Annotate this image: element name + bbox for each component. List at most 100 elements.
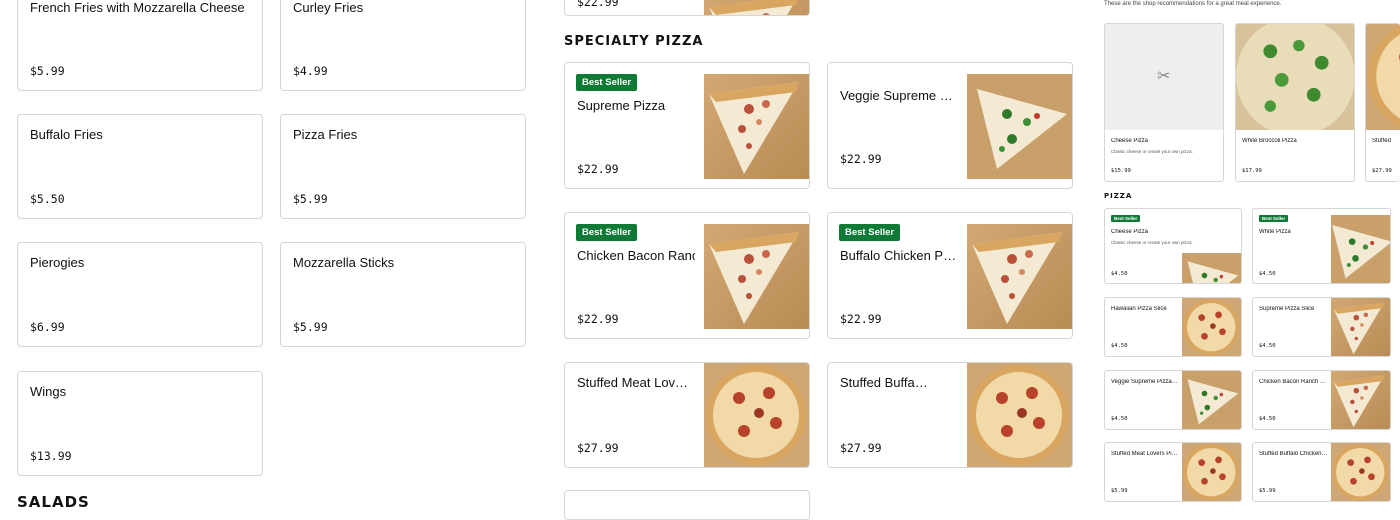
item-name: Curley Fries	[293, 0, 364, 15]
item-price: $22.99	[577, 0, 619, 9]
item-price: $5.99	[293, 192, 328, 206]
item-name: Cheese Pizza	[1111, 229, 1149, 235]
section-title-specialty-pizza: SPECIALTY PIZZA	[564, 34, 704, 49]
pizza-slice-image	[704, 0, 809, 16]
placeholder-image: ✂	[1105, 24, 1223, 130]
menu-item-card[interactable]: Veggie Supreme Pizza $22.99	[827, 62, 1073, 189]
item-name: Wings	[30, 384, 67, 399]
pizza-slice-image	[967, 74, 1072, 179]
pizza-image	[1366, 24, 1400, 130]
item-name: Pizza Fries	[293, 127, 358, 142]
menu-item-card[interactable]: Best Seller Cheese Pizza Classic cheese …	[1104, 208, 1242, 284]
whole-pizza-image	[1331, 443, 1390, 502]
menu-item-card-partial[interactable]: $22.99	[564, 0, 810, 16]
item-price: $22.99	[577, 312, 619, 326]
item-price: $4.50	[1259, 416, 1276, 422]
item-price: $27.99	[1372, 168, 1392, 174]
whole-pizza-image	[704, 363, 809, 468]
item-name: Veggie Supreme Pizza	[840, 88, 958, 103]
pizza-slice-image	[704, 74, 809, 179]
item-price: $27.99	[840, 441, 882, 455]
item-price: $22.99	[577, 162, 619, 176]
recommendation-text: These are the shop recommendations for a…	[1104, 1, 1282, 7]
item-name: Supreme Pizza Slice	[1259, 306, 1315, 312]
menu-item-card[interactable]: Stuffed Meat Lovers Pizza $27.99	[564, 362, 810, 468]
item-price: $5.99	[293, 320, 328, 334]
menu-item-card[interactable]: Pierogies $6.99	[17, 242, 263, 347]
item-name: Stuffed Meat Lovers Pizza	[577, 375, 695, 390]
best-seller-badge: Best Seller	[839, 224, 901, 241]
pizza-slice-image	[1182, 253, 1241, 284]
broccoli-pizza-image	[1236, 24, 1355, 130]
menu-item-card[interactable]: Best Seller Supreme Pizza $22.99	[564, 62, 810, 189]
item-price: $5.50	[30, 192, 65, 206]
menu-item-card[interactable]: Chicken Bacon Ranch Pizza Slice $4.50	[1252, 370, 1391, 430]
item-price: $4.99	[293, 64, 328, 78]
pizza-slice-image	[1331, 298, 1390, 357]
item-price: $5.99	[1259, 488, 1276, 494]
item-name: Pierogies	[30, 255, 85, 270]
item-name: White Broccoli Pizza	[1242, 138, 1297, 144]
menu-item-card[interactable]: Best Seller Chicken Bacon Ranch Pizza $2…	[564, 212, 810, 339]
menu-item-card[interactable]: Supreme Pizza Slice $4.50	[1252, 297, 1391, 357]
whole-pizza-image	[1182, 443, 1241, 502]
item-price: $4.50	[1111, 343, 1128, 349]
menu-item-card[interactable]: Curley Fries $4.99	[280, 0, 526, 91]
item-price: $4.50	[1111, 271, 1128, 277]
item-description: Classic cheese or create your own pizza.	[1111, 149, 1193, 154]
item-name: Veggie Supreme Pizza Slice	[1111, 379, 1179, 385]
item-name: Supreme Pizza	[577, 98, 666, 113]
menu-item-card[interactable]: Pizza Fries $5.99	[280, 114, 526, 219]
best-seller-badge: Best Seller	[1259, 215, 1289, 222]
pizza-slice-image	[1182, 298, 1241, 357]
item-price: $22.99	[840, 152, 882, 166]
menu-item-card[interactable]: Veggie Supreme Pizza Slice $4.50	[1104, 370, 1242, 430]
menu-item-card[interactable]: Best Seller White Pizza $4.50	[1252, 208, 1391, 284]
item-price: $4.50	[1111, 416, 1128, 422]
item-price: $6.99	[30, 320, 65, 334]
pizza-slice-image	[1331, 215, 1390, 284]
item-name: French Fries with Mozzarella Cheese	[30, 0, 245, 15]
menu-item-card[interactable]: Hawaiian Pizza Slice $4.50	[1104, 297, 1242, 357]
menu-item-card[interactable]: Stuffed Meat Lovers Pizza Slice $5.99	[1104, 442, 1242, 502]
item-name: Cheese Pizza	[1111, 138, 1149, 144]
item-description: Classic cheese or create your own pizza.	[1111, 240, 1193, 245]
item-name: White Pizza	[1259, 229, 1291, 235]
item-name: Chicken Bacon Ranch Pizza	[577, 248, 695, 263]
item-name: Stuffed Buffalo Chicken Pizza Slice	[1259, 451, 1329, 457]
menu-item-card[interactable]: Stuffed Buffalo Chicken Pizza $27.99	[827, 362, 1073, 468]
section-title-salads: SALADS	[17, 493, 90, 511]
section-title-pizza: PIZZA	[1104, 192, 1133, 200]
menu-item-card[interactable]: French Fries with Mozzarella Cheese $5.9…	[17, 0, 263, 91]
item-name: Chicken Bacon Ranch Pizza Slice	[1259, 379, 1329, 385]
item-name: Buffalo Fries	[30, 127, 103, 142]
best-seller-badge: Best Seller	[1111, 215, 1141, 222]
menu-item-card-partial[interactable]	[564, 490, 810, 520]
item-name: Stuffed Meat Lovers Pizza Slice	[1111, 451, 1179, 457]
menu-item-card[interactable]: Best Seller Buffalo Chicken Pizza $22.99	[827, 212, 1073, 339]
item-name: Mozzarella Sticks	[293, 255, 395, 270]
item-price: $22.99	[840, 312, 882, 326]
menu-item-card[interactable]: Wings $13.99	[17, 371, 263, 476]
utensils-placeholder-icon: ✂	[1157, 68, 1171, 85]
recommendation-card[interactable]: Stuffed $27.99	[1365, 23, 1400, 182]
best-seller-badge: Best Seller	[576, 224, 638, 241]
item-name: Buffalo Chicken Pizza	[840, 248, 958, 263]
item-name: Stuffed Buffalo Chicken Pizza	[840, 375, 930, 390]
menu-item-card[interactable]: Mozzarella Sticks $5.99	[280, 242, 526, 347]
best-seller-badge: Best Seller	[576, 74, 638, 91]
pizza-slice-image	[1331, 371, 1390, 430]
recommendation-card[interactable]: White Broccoli Pizza $17.99	[1235, 23, 1355, 182]
item-price: $15.99	[1111, 168, 1131, 174]
item-price: $4.50	[1259, 343, 1276, 349]
menu-item-card[interactable]: Buffalo Fries $5.50	[17, 114, 263, 219]
pizza-slice-image	[1182, 371, 1241, 430]
item-name: Stuffed	[1372, 138, 1391, 144]
recommendation-card[interactable]: ✂ Cheese Pizza Classic cheese or create …	[1104, 23, 1224, 182]
menu-item-card[interactable]: Stuffed Buffalo Chicken Pizza Slice $5.9…	[1252, 442, 1391, 502]
item-price: $4.50	[1259, 271, 1276, 277]
item-price: $13.99	[30, 449, 72, 463]
whole-pizza-image	[967, 363, 1072, 468]
item-name: Hawaiian Pizza Slice	[1111, 306, 1167, 312]
item-price: $17.99	[1242, 168, 1262, 174]
